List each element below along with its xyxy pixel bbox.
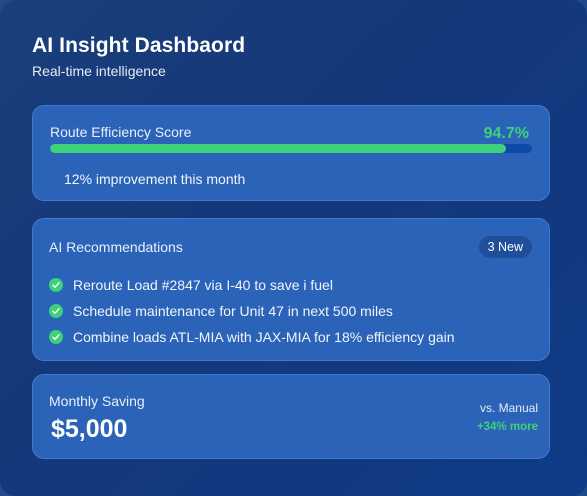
check-circle-icon [49, 304, 63, 318]
page-subtitle: Real-time intelligence [32, 63, 166, 79]
recommendation-item[interactable]: Reroute Load #2847 via I-40 to save i fu… [49, 272, 455, 298]
recommendation-item[interactable]: Schedule maintenance for Unit 47 in next… [49, 298, 455, 324]
ai-insight-dashboard: AI Insight Dashbaord Real-time intellige… [0, 0, 587, 496]
saving-delta: +34% more [476, 421, 538, 433]
check-circle-icon [49, 278, 63, 292]
comparison-label: vs. Manual [479, 401, 538, 415]
route-efficiency-score: 94.7% [483, 125, 529, 142]
route-efficiency-progress-fill [50, 144, 507, 153]
ai-recommendations-label: AI Recommendations [49, 239, 183, 255]
page-title: AI Insight Dashbaord [32, 34, 246, 57]
monthly-saving-label: Monthly Saving [49, 393, 145, 409]
recommendation-text: Reroute Load #2847 via I-40 to save i fu… [73, 277, 333, 293]
route-efficiency-card: Route Efficiency Score 94.7% 12% improve… [32, 105, 550, 201]
recommendation-text: Schedule maintenance for Unit 47 in next… [73, 303, 393, 319]
recommendation-text: Combine loads ATL-MIA with JAX-MIA for 1… [73, 329, 455, 345]
monthly-saving-card: Monthly Saving $5,000 vs. Manual +34% mo… [32, 374, 550, 459]
route-efficiency-label: Route Efficiency Score [50, 124, 192, 140]
ai-recommendations-card: AI Recommendations 3 New Reroute Load #2… [32, 218, 550, 361]
recommendation-item[interactable]: Combine loads ATL-MIA with JAX-MIA for 1… [49, 324, 455, 350]
improvement-text: 12% improvement this month [64, 171, 246, 187]
monthly-saving-value: $5,000 [51, 415, 128, 443]
recommendation-list: Reroute Load #2847 via I-40 to save i fu… [49, 272, 455, 350]
new-count-badge[interactable]: 3 New [478, 236, 532, 258]
route-efficiency-progress-bar [50, 144, 532, 153]
check-circle-icon [49, 330, 63, 344]
